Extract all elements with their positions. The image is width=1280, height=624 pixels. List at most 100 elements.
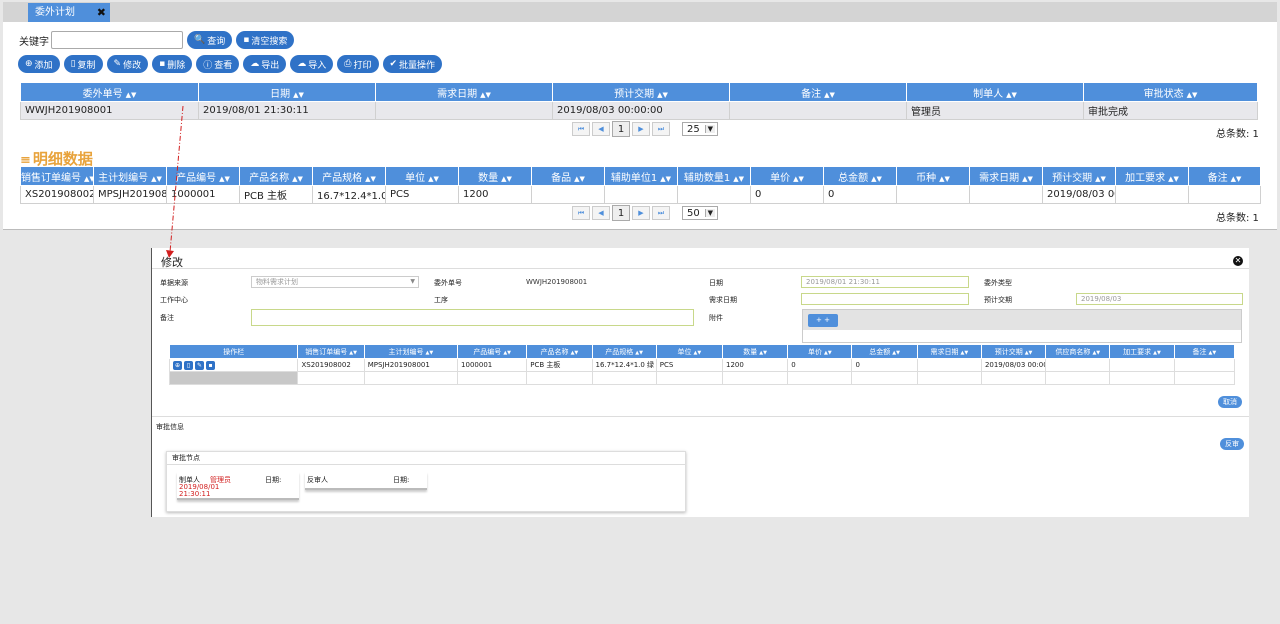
date-input[interactable]: 2019/08/01 21:30:11 — [801, 276, 969, 288]
reject-button[interactable]: 反审 — [1220, 438, 1244, 450]
batch-button[interactable]: ✔ 批量操作 — [382, 55, 443, 73]
col-header-9[interactable]: 辅助数量1 ▲▼ — [677, 166, 751, 186]
first-page-icon[interactable]: ⏮ — [572, 206, 590, 220]
prev-page-icon[interactable]: ◀ — [592, 122, 610, 136]
edit-dialog: 修改 ✕ 单据来源 物料需求计划 ▼ 委外单号 WWJH201908001 日期 … — [151, 248, 1249, 517]
edit-row-icon[interactable]: ✎ — [195, 360, 204, 370]
col-header-5[interactable]: 产品规格 ▲▼ — [591, 344, 657, 359]
source-select[interactable]: 物料需求计划 ▼ — [251, 276, 419, 288]
col-header-0[interactable]: 操作栏 — [168, 344, 299, 359]
expected-date-input[interactable]: 2019/08/03 — [1076, 293, 1243, 305]
col-header-8[interactable]: 辅助单位1 ▲▼ — [604, 166, 678, 186]
col-header-remark[interactable]: 备注 ▲▼ — [729, 82, 907, 102]
last-page-icon[interactable]: ⏭ — [652, 206, 670, 220]
workcenter-label: 工作中心 — [160, 296, 188, 304]
export-button[interactable]: ☁ 导出 — [243, 55, 287, 73]
add-row-icon[interactable]: ⊕ — [173, 360, 182, 370]
page-number[interactable]: 1 — [612, 121, 630, 137]
add-button[interactable]: ⊕ 添加 — [18, 55, 60, 73]
cancel-button[interactable]: 取消 — [1218, 396, 1242, 408]
col-header-6[interactable]: 数量 ▲▼ — [458, 166, 532, 186]
col-label: 产品名称 — [540, 347, 569, 356]
col-header-status[interactable]: 审批状态 ▲▼ — [1083, 82, 1258, 102]
col-header-3[interactable]: 产品编号 ▲▼ — [457, 344, 528, 359]
col-header-15[interactable]: 加工要求 ▲▼ — [1115, 166, 1189, 186]
col-header-10[interactable]: 单价 ▲▼ — [750, 166, 824, 186]
col-header-7[interactable]: 备品 ▲▼ — [531, 166, 605, 186]
approval-node-card: 审批节点 制单人 管理员 日期: 2019/08/01 21:30:11 反审人… — [166, 451, 686, 512]
remark-textarea[interactable] — [251, 309, 694, 326]
col-header-4[interactable]: 产品规格 ▲▼ — [312, 166, 386, 186]
col-header-12[interactable]: 币种 ▲▼ — [896, 166, 970, 186]
prev-page-icon[interactable]: ◀ — [592, 206, 610, 220]
col-header-11[interactable]: 总金额 ▲▼ — [823, 166, 897, 186]
col-header-9[interactable]: 总金额 ▲▼ — [851, 344, 918, 359]
col-header-12[interactable]: 供应商名称 ▲▼ — [1045, 344, 1111, 359]
clear-search-button[interactable]: ▪ 清空搜索 — [236, 31, 295, 49]
edit-button[interactable]: ✎ 修改 — [106, 55, 149, 73]
cell — [591, 371, 657, 385]
print-button[interactable]: ⎙ 打印 — [337, 55, 379, 73]
need-date-input[interactable] — [801, 293, 969, 305]
delete-button[interactable]: ▪ 删除 — [152, 55, 193, 73]
col-header-order-no[interactable]: 委外单号 ▲▼ — [20, 82, 199, 102]
tab-close-icon[interactable]: ✖ — [97, 3, 106, 22]
sort-icon: ▲▼ — [292, 174, 303, 183]
col-header-date[interactable]: 日期 ▲▼ — [198, 82, 376, 102]
col-header-3[interactable]: 产品名称 ▲▼ — [239, 166, 313, 186]
col-label: 产品编号 — [473, 347, 502, 356]
col-label: 总金额 — [838, 172, 869, 184]
copy-button[interactable]: ▯ 复制 — [63, 55, 103, 73]
divider — [152, 416, 1249, 417]
col-header-8[interactable]: 单价 ▲▼ — [787, 344, 853, 359]
cell: XS201908002 — [20, 185, 94, 204]
col-header-14[interactable]: 备注 ▲▼ — [1173, 344, 1236, 359]
table-row[interactable]: ⊕ ▯ ✎ ▪ XS201908002 MPSJH201908001 1000001… — [168, 358, 1236, 372]
import-button[interactable]: ☁ 导入 — [290, 55, 334, 73]
first-page-icon[interactable]: ⏮ — [572, 122, 590, 136]
table-row[interactable]: WWJH201908001 2019/08/01 21:30:11 2019/0… — [20, 101, 1258, 120]
col-header-6[interactable]: 单位 ▲▼ — [655, 344, 724, 359]
next-page-icon[interactable]: ▶ — [632, 206, 650, 220]
delete-row-icon[interactable]: ▪ — [206, 360, 215, 370]
sort-icon: ▲▼ — [349, 349, 357, 356]
col-label: 单位 — [677, 347, 692, 356]
chevron-down-icon: ▼ — [704, 209, 715, 217]
col-header-1[interactable]: 主计划编号 ▲▼ — [93, 166, 167, 186]
col-header-creator[interactable]: 制单人 ▲▼ — [906, 82, 1084, 102]
col-header-2[interactable]: 主计划编号 ▲▼ — [363, 344, 459, 359]
col-header-13[interactable]: 加工要求 ▲▼ — [1109, 344, 1175, 359]
last-page-icon[interactable]: ⏭ — [652, 122, 670, 136]
page-size-select[interactable]: 25 ▼ — [682, 122, 718, 136]
add-attachment-button[interactable]: + + — [808, 314, 838, 327]
check-circle-icon: ✔ — [389, 59, 398, 69]
col-header-1[interactable]: 销售订单编号 ▲▼ — [297, 344, 365, 359]
col-header-7[interactable]: 数量 ▲▼ — [721, 344, 789, 359]
col-header-4[interactable]: 产品名称 ▲▼ — [526, 344, 593, 359]
sort-icon: ▲▼ — [1006, 90, 1017, 99]
col-header-5[interactable]: 单位 ▲▼ — [385, 166, 459, 186]
close-icon[interactable]: ✕ — [1233, 256, 1243, 266]
cell: MPSJH201908001 — [363, 358, 459, 372]
col-header-10[interactable]: 需求日期 ▲▼ — [916, 344, 982, 359]
copy-row-icon[interactable]: ▯ — [184, 360, 193, 370]
search-input[interactable] — [51, 31, 183, 49]
next-page-icon[interactable]: ▶ — [632, 122, 650, 136]
tab-outsource-plan[interactable]: 委外计划 ✖ — [28, 3, 110, 22]
col-header-expected-date[interactable]: 预计交期 ▲▼ — [552, 82, 730, 102]
col-header-need-date[interactable]: 需求日期 ▲▼ — [375, 82, 553, 102]
sort-icon: ▲▼ — [635, 349, 643, 356]
col-header-11[interactable]: 预计交期 ▲▼ — [980, 344, 1047, 359]
col-header-2[interactable]: 产品编号 ▲▼ — [166, 166, 240, 186]
col-header-13[interactable]: 需求日期 ▲▼ — [969, 166, 1043, 186]
col-header-0[interactable]: 销售订单编号▲▼ — [20, 166, 94, 186]
page-size-select[interactable]: 50 ▼ — [682, 206, 718, 220]
date-label: 日期 — [709, 279, 723, 287]
table-row[interactable]: XS201908002MPSJH2019080011000001PCB 主板16… — [20, 185, 1261, 204]
col-header-16[interactable]: 备注 ▲▼ — [1188, 166, 1261, 186]
view-button[interactable]: ⓘ 查看 — [196, 55, 240, 73]
query-button[interactable]: 🔍 查询 — [187, 31, 233, 49]
page-number[interactable]: 1 — [612, 205, 630, 221]
sort-icon: ▲▼ — [1092, 349, 1101, 356]
col-header-14[interactable]: 预计交期 ▲▼ — [1042, 166, 1116, 186]
